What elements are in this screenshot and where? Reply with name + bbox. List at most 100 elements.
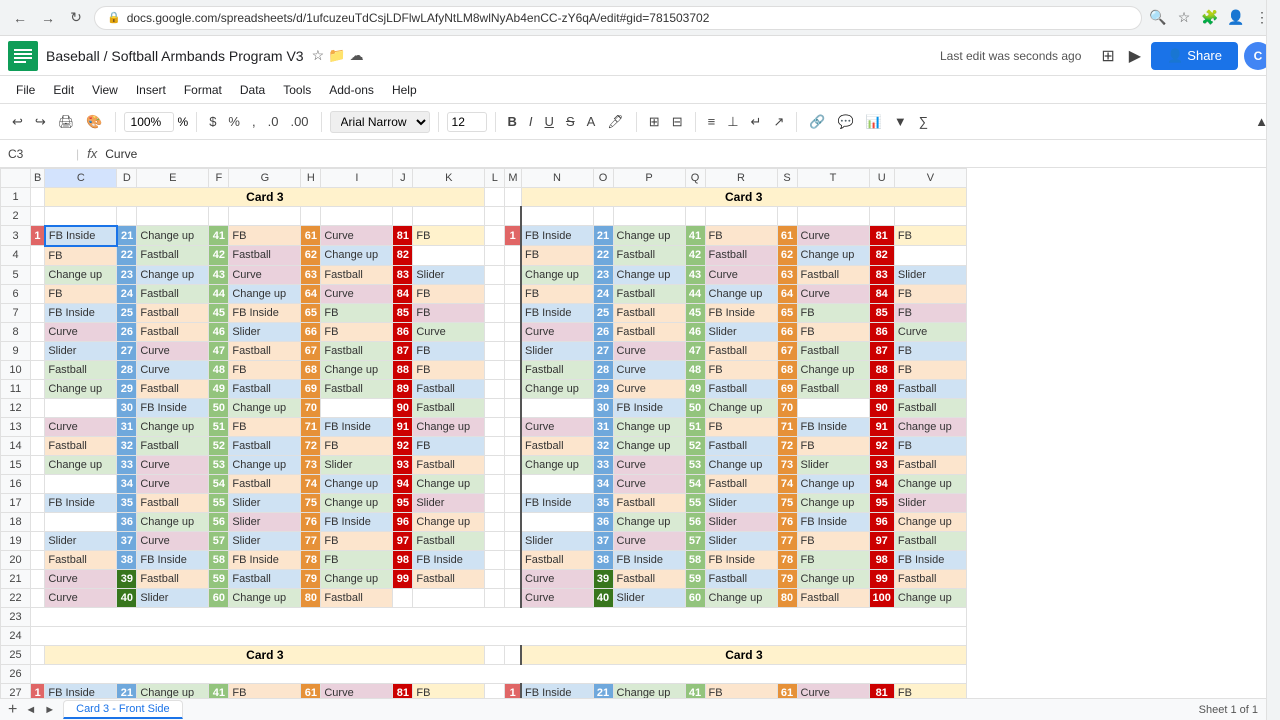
- cell-H14[interactable]: 72: [301, 436, 321, 455]
- cell-S21[interactable]: 79: [777, 569, 797, 588]
- cell-I6[interactable]: Curve: [321, 284, 393, 303]
- cell-C15[interactable]: Change up: [45, 455, 117, 474]
- cell-D11[interactable]: 29: [117, 379, 137, 398]
- menu-view[interactable]: View: [84, 80, 126, 100]
- cell-V8[interactable]: Curve: [894, 322, 966, 341]
- cell-C13[interactable]: Curve: [45, 417, 117, 436]
- cell-S20[interactable]: 78: [777, 550, 797, 569]
- cell-K13[interactable]: Change up: [413, 417, 485, 436]
- cell-T7[interactable]: FB: [797, 303, 869, 322]
- cell-S8[interactable]: 66: [777, 322, 797, 341]
- cell-B2[interactable]: [31, 207, 45, 226]
- cell-F18[interactable]: 56: [209, 512, 229, 531]
- cell-I5[interactable]: Fastball: [321, 265, 393, 284]
- sheet-nav-right[interactable]: ►: [44, 704, 55, 716]
- cell-C11[interactable]: Change up: [45, 379, 117, 398]
- cell-E4[interactable]: Fastball: [137, 246, 209, 266]
- cell-M17[interactable]: [505, 493, 521, 512]
- cell-H19[interactable]: 77: [301, 531, 321, 550]
- cell-M8[interactable]: [505, 322, 521, 341]
- cell-M10[interactable]: [505, 360, 521, 379]
- cell-J22[interactable]: [393, 588, 413, 607]
- cell-C21[interactable]: Curve: [45, 569, 117, 588]
- cell-O22[interactable]: 40: [593, 588, 613, 607]
- cell-H11[interactable]: 69: [301, 379, 321, 398]
- cell-K9[interactable]: FB: [413, 341, 485, 360]
- cell-S3[interactable]: 61: [777, 226, 797, 246]
- cell-N10[interactable]: Fastball: [521, 360, 593, 379]
- chart-button[interactable]: 📊: [862, 112, 886, 132]
- comma-button[interactable]: ,: [248, 112, 260, 131]
- align-left-button[interactable]: ≡: [704, 112, 720, 131]
- cell-O2[interactable]: [593, 207, 613, 226]
- cell-K2[interactable]: [413, 207, 485, 226]
- cell-L19[interactable]: [485, 531, 505, 550]
- cell-V14[interactable]: FB: [894, 436, 966, 455]
- cell-I7[interactable]: FB: [321, 303, 393, 322]
- cell-L12[interactable]: [485, 398, 505, 417]
- cell-S19[interactable]: 77: [777, 531, 797, 550]
- cell-F16[interactable]: 54: [209, 474, 229, 493]
- cell-E9[interactable]: Curve: [137, 341, 209, 360]
- cell-U7[interactable]: 85: [869, 303, 894, 322]
- cell-F13[interactable]: 51: [209, 417, 229, 436]
- cell-U10[interactable]: 88: [869, 360, 894, 379]
- cell-M3[interactable]: 1: [505, 226, 521, 246]
- cell-R8[interactable]: Slider: [705, 322, 777, 341]
- back-button[interactable]: ←: [8, 6, 32, 30]
- cell-M11[interactable]: [505, 379, 521, 398]
- cell-U21[interactable]: 99: [869, 569, 894, 588]
- col-header-L[interactable]: L: [485, 169, 505, 188]
- cell-K10[interactable]: FB: [413, 360, 485, 379]
- cell-H4[interactable]: 62: [301, 246, 321, 266]
- cell-U19[interactable]: 97: [869, 531, 894, 550]
- col-header-V[interactable]: V: [894, 169, 966, 188]
- cell-C16[interactable]: [45, 474, 117, 493]
- cell-H5[interactable]: 63: [301, 265, 321, 284]
- cell-P19[interactable]: Curve: [613, 531, 685, 550]
- cell-S15[interactable]: 73: [777, 455, 797, 474]
- cell-V15[interactable]: Fastball: [894, 455, 966, 474]
- col-header-K[interactable]: K: [413, 169, 485, 188]
- cell-V7[interactable]: FB: [894, 303, 966, 322]
- cell-N9[interactable]: Slider: [521, 341, 593, 360]
- cell-I11[interactable]: Fastball: [321, 379, 393, 398]
- cell-I3[interactable]: Curve: [321, 226, 393, 246]
- cell-I4[interactable]: Change up: [321, 246, 393, 266]
- cell-Q12[interactable]: 50: [685, 398, 705, 417]
- cell-K19[interactable]: Fastball: [413, 531, 485, 550]
- cell-V21[interactable]: Fastball: [894, 569, 966, 588]
- cell-H13[interactable]: 71: [301, 417, 321, 436]
- cell-S12[interactable]: 70: [777, 398, 797, 417]
- cell-G20[interactable]: FB Inside: [229, 550, 301, 569]
- cell-G17[interactable]: Slider: [229, 493, 301, 512]
- cell-D2[interactable]: [117, 207, 137, 226]
- cell-E15[interactable]: Curve: [137, 455, 209, 474]
- cell-T22[interactable]: Fastball: [797, 588, 869, 607]
- percent-button[interactable]: %: [224, 112, 244, 131]
- cell-J18[interactable]: 96: [393, 512, 413, 531]
- cell-C17[interactable]: FB Inside: [45, 493, 117, 512]
- cell-N12[interactable]: [521, 398, 593, 417]
- cell-P18[interactable]: Change up: [613, 512, 685, 531]
- cell-F11[interactable]: 49: [209, 379, 229, 398]
- cell-R6[interactable]: Change up: [705, 284, 777, 303]
- cell-C22[interactable]: Curve: [45, 588, 117, 607]
- cell-S11[interactable]: 69: [777, 379, 797, 398]
- merge-button[interactable]: ⊟: [668, 112, 687, 132]
- cell-T4[interactable]: Change up: [797, 246, 869, 266]
- cell-T10[interactable]: Change up: [797, 360, 869, 379]
- cell-Q13[interactable]: 51: [685, 417, 705, 436]
- search-icon[interactable]: 🔍: [1148, 8, 1168, 28]
- cell-S14[interactable]: 72: [777, 436, 797, 455]
- cell-B11[interactable]: [31, 379, 45, 398]
- cell-B8[interactable]: [31, 322, 45, 341]
- cell-H8[interactable]: 66: [301, 322, 321, 341]
- cell-M15[interactable]: [505, 455, 521, 474]
- cell-C2[interactable]: [45, 207, 117, 226]
- cell-E18[interactable]: Change up: [137, 512, 209, 531]
- cell-Q18[interactable]: 56: [685, 512, 705, 531]
- cell-S7[interactable]: 65: [777, 303, 797, 322]
- col-header-E[interactable]: E: [137, 169, 209, 188]
- cell-D21[interactable]: 39: [117, 569, 137, 588]
